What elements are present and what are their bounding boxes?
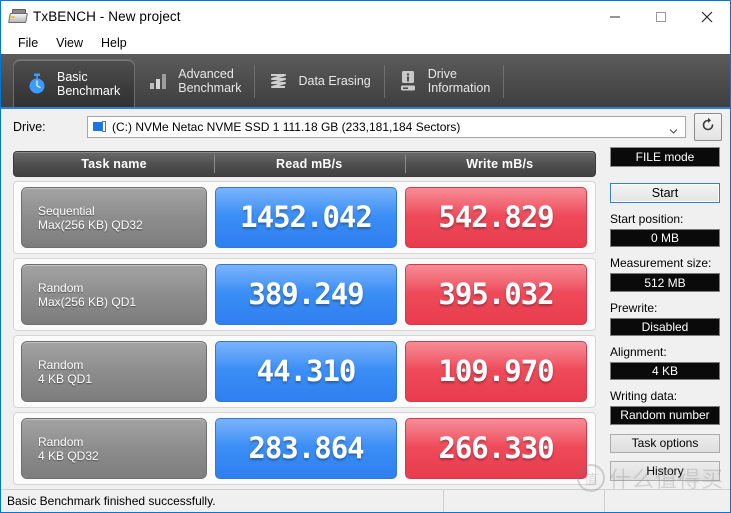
- prewrite-field[interactable]: Disabled: [610, 317, 720, 337]
- drive-selected-value: (C:) NVMe Netac NVME SSD 1 111.18 GB (23…: [112, 120, 461, 134]
- read-value-cell: 389.249: [215, 264, 397, 325]
- tab-basic-benchmark[interactable]: Basic Benchmark: [13, 59, 136, 107]
- tab-label: Advanced Benchmark: [178, 66, 242, 95]
- task-button[interactable]: Random 4 KB QD1: [21, 341, 207, 402]
- start-button[interactable]: Start: [610, 182, 720, 204]
- status-divider: [443, 490, 444, 512]
- task-button[interactable]: Sequential Max(256 KB) QD32: [21, 187, 207, 248]
- task-button[interactable]: Random 4 KB QD32: [21, 418, 207, 479]
- tab-label: Basic Benchmark: [57, 69, 121, 98]
- drive-icon: [93, 121, 107, 133]
- table-row: Random Max(256 KB) QD1 389.249 395.032: [13, 258, 596, 331]
- task-name-line2: 4 KB QD32: [38, 448, 99, 463]
- column-header-task-name: Task name: [81, 157, 147, 171]
- benchmark-results-pane: Task name Read mB/s Write mB/s Sequentia…: [1, 145, 604, 489]
- table-row: Random 4 KB QD1 44.310 109.970: [13, 335, 596, 408]
- writing-data-field[interactable]: Random number: [610, 406, 720, 425]
- window-title: TxBENCH - New project: [33, 9, 181, 24]
- task-name-line2: Max(256 KB) QD1: [38, 294, 137, 309]
- chevron-down-icon: [669, 123, 678, 134]
- alignment-field[interactable]: 4 KB: [610, 362, 720, 381]
- refresh-button[interactable]: [694, 113, 722, 141]
- drive-select[interactable]: (C:) NVMe Netac NVME SSD 1 111.18 GB (23…: [87, 116, 686, 138]
- write-value: 109.970: [438, 354, 554, 388]
- app-drive-icon: [8, 9, 28, 24]
- history-button[interactable]: History: [610, 461, 720, 482]
- drive-info-icon: [397, 69, 419, 93]
- column-header-write: Write mB/s: [404, 155, 596, 173]
- content-area: Task name Read mB/s Write mB/s Sequentia…: [1, 145, 730, 489]
- window-controls: [592, 1, 730, 32]
- task-name-line1: Random: [38, 280, 84, 295]
- read-value: 389.249: [248, 277, 364, 311]
- tab-label: Data Erasing: [298, 73, 371, 88]
- write-value: 266.330: [438, 431, 554, 465]
- txbench-window: TxBENCH - New project File View Help Bas…: [0, 0, 731, 513]
- refresh-icon: [700, 117, 716, 138]
- title-bar: TxBENCH - New project: [1, 1, 730, 32]
- tab-label: Drive Information: [427, 66, 491, 95]
- table-row: Sequential Max(256 KB) QD32 1452.042 542…: [13, 181, 596, 254]
- stopwatch-icon: [26, 72, 48, 96]
- menu-item-help[interactable]: Help: [92, 34, 136, 52]
- menu-item-view[interactable]: View: [47, 34, 92, 52]
- task-name-line1: Random: [38, 434, 84, 449]
- task-name-line2: Max(256 KB) QD32: [38, 217, 143, 232]
- column-header-read: Read mB/s: [214, 155, 405, 173]
- read-value: 44.310: [256, 354, 357, 388]
- write-value-cell: 542.829: [405, 187, 587, 248]
- task-name-line1: Sequential: [38, 203, 95, 218]
- read-value-cell: 283.864: [215, 418, 397, 479]
- menu-item-file[interactable]: File: [9, 34, 47, 52]
- read-value: 1452.042: [240, 200, 373, 234]
- read-value-cell: 1452.042: [215, 187, 397, 248]
- task-button[interactable]: Random Max(256 KB) QD1: [21, 264, 207, 325]
- status-bar: Basic Benchmark finished successfully.: [1, 489, 730, 512]
- results-column-header: Task name Read mB/s Write mB/s: [13, 151, 596, 177]
- write-value-cell: 395.032: [405, 264, 587, 325]
- start-position-field[interactable]: 0 MB: [610, 229, 720, 248]
- measurement-size-label: Measurement size:: [610, 256, 712, 271]
- task-name-line2: 4 KB QD1: [38, 371, 93, 386]
- alignment-label: Alignment:: [610, 345, 667, 360]
- task-options-button[interactable]: Task options: [610, 433, 720, 454]
- status-message: Basic Benchmark finished successfully.: [7, 494, 216, 508]
- write-value-cell: 109.970: [405, 341, 587, 402]
- table-row: Random 4 KB QD32 283.864 266.330: [13, 412, 596, 485]
- measurement-size-field[interactable]: 512 MB: [610, 273, 720, 292]
- tab-drive-information[interactable]: Drive Information: [385, 54, 505, 107]
- tab-strip: Basic Benchmark Advanced Benchmark Data …: [1, 54, 730, 109]
- drive-selector-row: Drive: (C:) NVMe Netac NVME SSD 1 111.18…: [1, 109, 730, 145]
- tab-advanced-benchmark[interactable]: Advanced Benchmark: [135, 54, 256, 107]
- close-button[interactable]: [684, 1, 730, 32]
- file-mode-button[interactable]: FILE mode: [610, 147, 720, 167]
- status-divider: [604, 490, 605, 512]
- menu-bar: File View Help: [1, 32, 730, 54]
- read-value-cell: 44.310: [215, 341, 397, 402]
- writing-data-label: Writing data:: [610, 389, 678, 404]
- options-panel: FILE mode Start Start position: 0 MB Mea…: [604, 145, 730, 489]
- shred-icon: [267, 69, 289, 93]
- write-value-cell: 266.330: [405, 418, 587, 479]
- write-value: 395.032: [438, 277, 554, 311]
- drive-label: Drive:: [13, 120, 46, 134]
- start-position-label: Start position:: [610, 212, 684, 227]
- tab-data-erasing[interactable]: Data Erasing: [255, 54, 385, 107]
- write-value: 542.829: [438, 200, 554, 234]
- task-name-line1: Random: [38, 357, 84, 372]
- maximize-button[interactable]: [638, 1, 684, 32]
- minimize-button[interactable]: [592, 1, 638, 32]
- read-value: 283.864: [248, 431, 364, 465]
- results-rows: Sequential Max(256 KB) QD32 1452.042 542…: [13, 181, 596, 485]
- prewrite-label: Prewrite:: [610, 300, 658, 315]
- bar-chart-icon: [147, 69, 169, 93]
